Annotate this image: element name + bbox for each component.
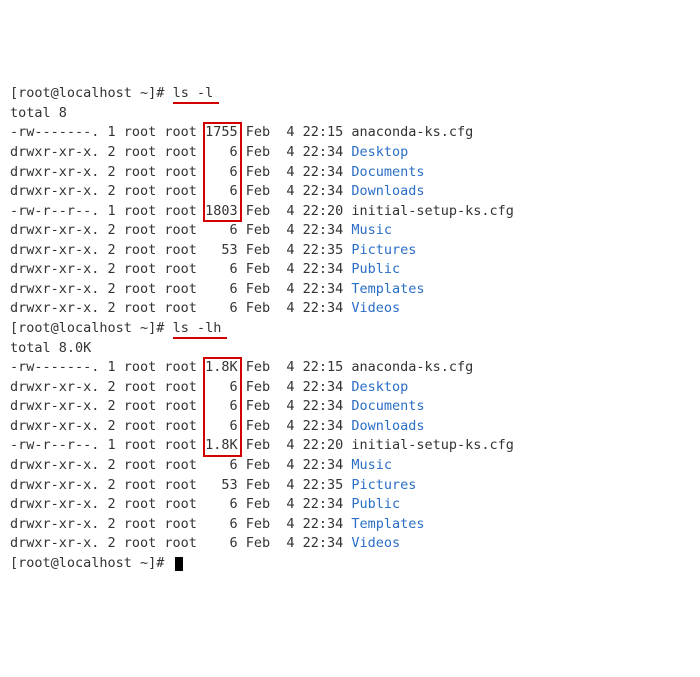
listing-row: drwxr-xr-x. 2 root root 6 Feb 4 22:34 Mu… (10, 221, 690, 241)
file-name: Music (351, 222, 392, 238)
listing-row: drwxr-xr-x. 2 root root 6 Feb 4 22:34 Pu… (10, 495, 690, 515)
file-name: Pictures (351, 242, 416, 258)
command-ls-l: ls -l (173, 85, 214, 101)
listing-row: drwxr-xr-x. 2 root root 6 Feb 4 22:34 Do… (10, 182, 690, 202)
listing-row: drwxr-xr-x. 2 root root 6 Feb 4 22:34 Pu… (10, 260, 690, 280)
total-line: total 8.0K (10, 339, 690, 359)
prompt-row[interactable]: [root@localhost ~]# (10, 554, 690, 574)
listing-row: drwxr-xr-x. 2 root root 6 Feb 4 22:34 Mu… (10, 456, 690, 476)
shell-prompt: [root@localhost ~]# (10, 555, 173, 571)
file-name: Templates (351, 516, 424, 532)
listing-row: drwxr-xr-x. 2 root root 53 Feb 4 22:35 P… (10, 241, 690, 261)
file-name: Documents (351, 398, 424, 414)
file-name: Desktop (351, 144, 408, 160)
file-name: Documents (351, 164, 424, 180)
cursor-icon (175, 557, 183, 571)
listing-row: drwxr-xr-x. 2 root root 6 Feb 4 22:34 De… (10, 378, 690, 398)
total-line: total 8 (10, 104, 690, 124)
prompt-row[interactable]: [root@localhost ~]# ls -lh (10, 319, 690, 339)
file-name: Videos (351, 300, 400, 316)
prompt-row[interactable]: [root@localhost ~]# ls -l (10, 84, 690, 104)
terminal-output: [root@localhost ~]# ls -ltotal 8-rw-----… (10, 84, 690, 573)
file-name: initial-setup-ks.cfg (351, 203, 514, 219)
listing-row: drwxr-xr-x. 2 root root 6 Feb 4 22:34 Do… (10, 163, 690, 183)
listing-row: drwxr-xr-x. 2 root root 6 Feb 4 22:34 Vi… (10, 299, 690, 319)
file-name: Templates (351, 281, 424, 297)
listing-row: drwxr-xr-x. 2 root root 6 Feb 4 22:34 De… (10, 143, 690, 163)
file-name: Public (351, 261, 400, 277)
file-name: Downloads (351, 418, 424, 434)
listing-row: drwxr-xr-x. 2 root root 6 Feb 4 22:34 Vi… (10, 534, 690, 554)
listing-row: -rw-------. 1 root root 1755 Feb 4 22:15… (10, 123, 690, 143)
file-name: Music (351, 457, 392, 473)
listing-row: drwxr-xr-x. 2 root root 6 Feb 4 22:34 Te… (10, 280, 690, 300)
file-name: anaconda-ks.cfg (351, 359, 473, 375)
listing-row: drwxr-xr-x. 2 root root 6 Feb 4 22:34 Te… (10, 515, 690, 535)
listing-row: -rw-r--r--. 1 root root 1.8K Feb 4 22:20… (10, 436, 690, 456)
listing-row: drwxr-xr-x. 2 root root 6 Feb 4 22:34 Do… (10, 397, 690, 417)
command-ls-lh: ls -lh (173, 320, 222, 336)
file-name: Downloads (351, 183, 424, 199)
file-name: Videos (351, 535, 400, 551)
file-name: anaconda-ks.cfg (351, 124, 473, 140)
listing-row: -rw-------. 1 root root 1.8K Feb 4 22:15… (10, 358, 690, 378)
listing-row: drwxr-xr-x. 2 root root 53 Feb 4 22:35 P… (10, 476, 690, 496)
shell-prompt: [root@localhost ~]# (10, 85, 173, 101)
shell-prompt: [root@localhost ~]# (10, 320, 173, 336)
listing-row: drwxr-xr-x. 2 root root 6 Feb 4 22:34 Do… (10, 417, 690, 437)
file-name: Pictures (351, 477, 416, 493)
file-name: Desktop (351, 379, 408, 395)
listing-row: -rw-r--r--. 1 root root 1803 Feb 4 22:20… (10, 202, 690, 222)
file-name: initial-setup-ks.cfg (351, 437, 514, 453)
